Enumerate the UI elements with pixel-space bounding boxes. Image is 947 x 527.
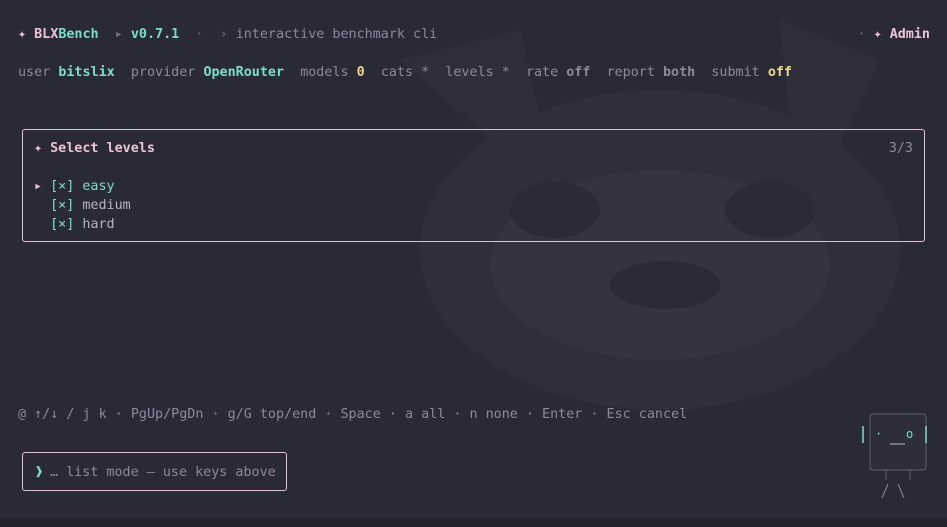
role-star-icon: ✦	[873, 27, 882, 42]
status-report-value: both	[663, 65, 696, 80]
level-option-hard[interactable]: [×] hard	[34, 217, 115, 232]
prompt-chevron-icon: ❱	[35, 465, 44, 480]
status-models-value: 0	[356, 65, 365, 80]
status-cats-value: *	[421, 65, 430, 80]
status-report-label: report	[606, 65, 655, 80]
brand-star-icon: ✦	[18, 27, 27, 42]
level-option-medium[interactable]: [×] medium	[34, 198, 131, 213]
command-input[interactable]: ❱ … list mode — use keys above	[22, 452, 287, 491]
cursor-arrow-icon: ▸	[34, 179, 43, 194]
separator-chevron-icon: ›	[219, 27, 228, 42]
status-rate-label: rate	[525, 65, 559, 80]
top-bar: ✦ BLXBench ▸ v0.7.1 · › interactive benc…	[18, 27, 437, 42]
brand-name-suffix: Bench	[58, 27, 99, 42]
mascot-left-eye: ·	[875, 427, 882, 441]
user-role-badge: · ✦ Admin	[857, 27, 930, 42]
status-submit-label: submit	[711, 65, 760, 80]
checkbox-hard[interactable]: [×]	[50, 217, 74, 232]
panel-star-icon: ✦	[34, 141, 43, 156]
status-submit-value: off	[767, 65, 792, 80]
app-tagline: interactive benchmark cli	[235, 27, 438, 42]
status-user-value: bitslix	[58, 65, 115, 80]
level-label-hard: hard	[82, 217, 115, 232]
status-provider-label: provider	[130, 65, 196, 80]
footer-strip	[0, 519, 947, 527]
status-provider-value: OpenRouter	[203, 65, 285, 80]
checkbox-easy[interactable]: [×]	[50, 179, 74, 194]
user-role: Admin	[889, 27, 930, 42]
brand-name-prefix: BLX	[34, 27, 59, 42]
status-rate-value: off	[566, 65, 591, 80]
status-levels-label: levels	[445, 65, 494, 80]
status-cats-label: cats	[380, 65, 414, 80]
status-models-label: models	[300, 65, 349, 80]
level-option-easy[interactable]: ▸ [×] easy	[34, 179, 115, 194]
separator-arrow-icon: ▸	[114, 27, 123, 42]
panel-title-text: Select levels	[50, 141, 155, 156]
level-label-easy: easy	[82, 179, 115, 194]
key-hints: @ ↑/↓ / j k · PgUp/PgDn · g/G top/end · …	[18, 407, 688, 422]
input-placeholder: … list mode — use keys above	[50, 465, 276, 480]
panel-title: ✦ Select levels	[34, 141, 155, 156]
status-line: user bitslix provider OpenRouter models …	[18, 65, 792, 80]
version-label: v0.7.1	[130, 27, 180, 42]
status-user-label: user	[18, 65, 51, 80]
selection-count: 3/3	[888, 141, 913, 156]
separator-dot: ·	[195, 27, 204, 42]
level-label-medium: medium	[82, 198, 131, 213]
level-selector-panel: ✦ Select levels 3/3 ▸ [×] easy [×] mediu…	[22, 129, 925, 242]
separator-dot-right: ·	[857, 27, 866, 42]
status-levels-value: *	[501, 65, 510, 80]
robot-mascot-icon: · o	[862, 413, 927, 499]
mascot-right-eye: o	[906, 427, 913, 441]
checkbox-medium[interactable]: [×]	[50, 198, 74, 213]
